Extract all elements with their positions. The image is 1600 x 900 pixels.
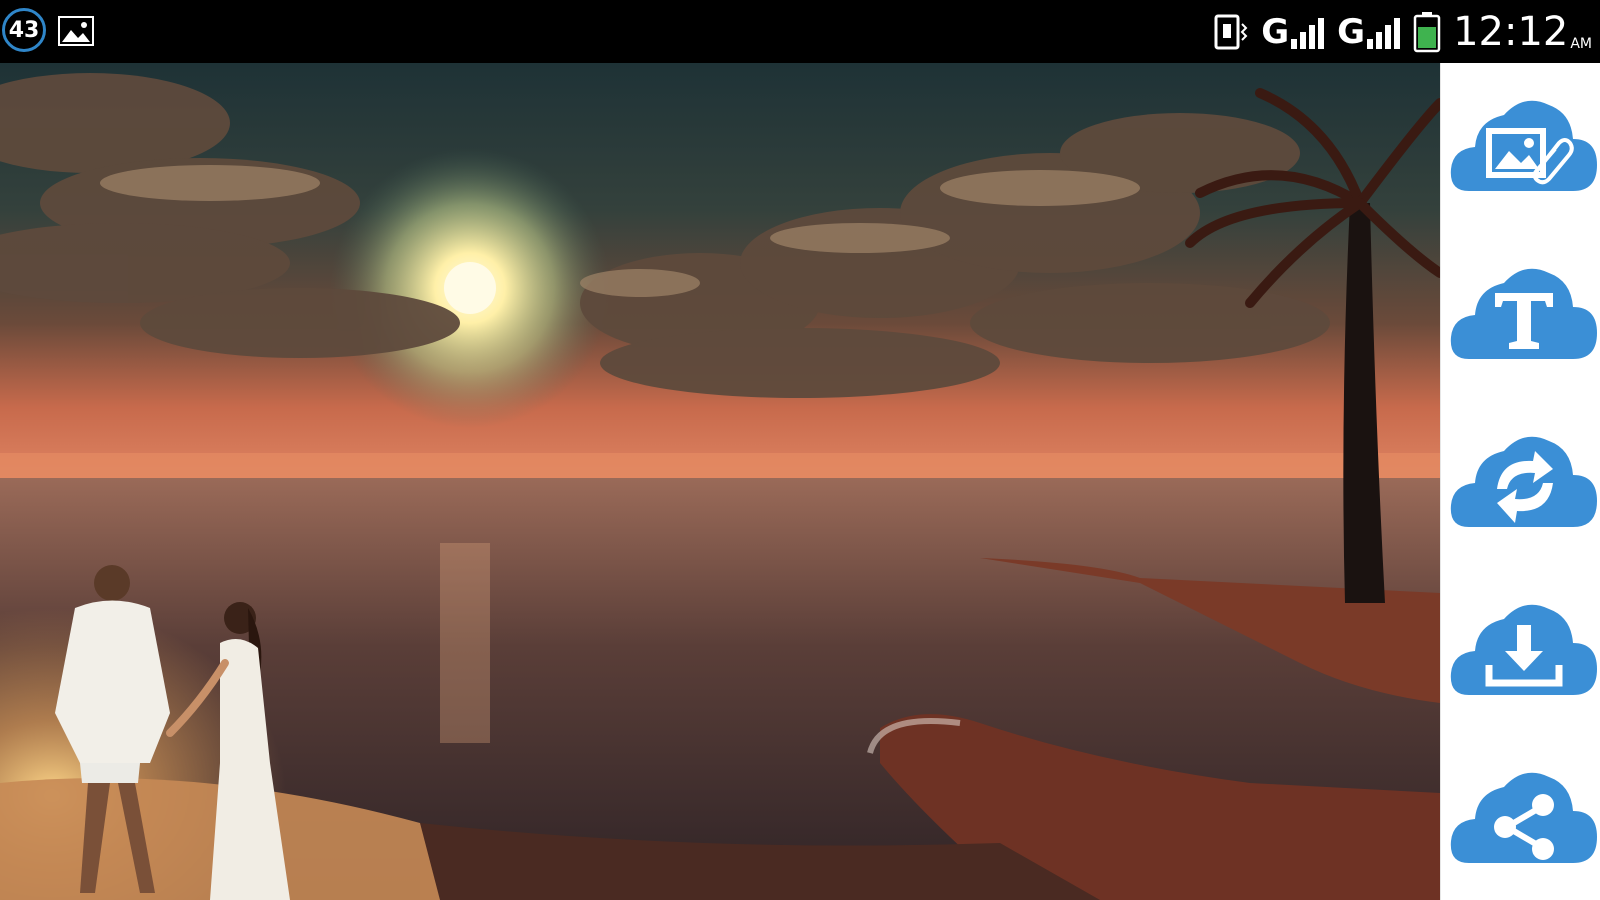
photo-canvas[interactable]	[0, 63, 1440, 900]
share-cloud-icon	[1450, 772, 1597, 863]
refresh-cloud-icon	[1450, 436, 1597, 527]
signal-2: G	[1337, 15, 1401, 49]
download-cloud-icon	[1450, 604, 1597, 695]
battery-icon	[1413, 12, 1441, 53]
network-type-1: G	[1261, 12, 1290, 52]
notification-count-badge: 43	[2, 8, 46, 52]
refresh-button[interactable]	[1449, 427, 1599, 535]
notification-count: 43	[8, 17, 40, 43]
sim-vibrate-icon	[1214, 14, 1248, 50]
gallery-icon	[58, 16, 94, 46]
clock-ampm: AM	[1570, 36, 1592, 52]
editor-toolbar	[1440, 63, 1600, 900]
network-type-2: G	[1337, 12, 1366, 52]
signal-1: G	[1261, 15, 1325, 49]
add-text-button[interactable]	[1449, 259, 1599, 367]
beach-sunset-image	[0, 63, 1440, 900]
signal-bars-1-icon	[1291, 18, 1325, 49]
share-button[interactable]	[1449, 763, 1599, 871]
text-cloud-icon	[1450, 268, 1597, 359]
status-icons: G G 12:12 AM	[1213, 8, 1592, 56]
attach-photo-cloud-icon	[1450, 100, 1597, 191]
clock: 12:12	[1453, 9, 1569, 55]
status-bar: 43 G G 12:12 AM	[0, 0, 1600, 63]
download-button[interactable]	[1449, 595, 1599, 703]
attach-photo-button[interactable]	[1449, 91, 1599, 199]
signal-bars-2-icon	[1367, 18, 1401, 49]
